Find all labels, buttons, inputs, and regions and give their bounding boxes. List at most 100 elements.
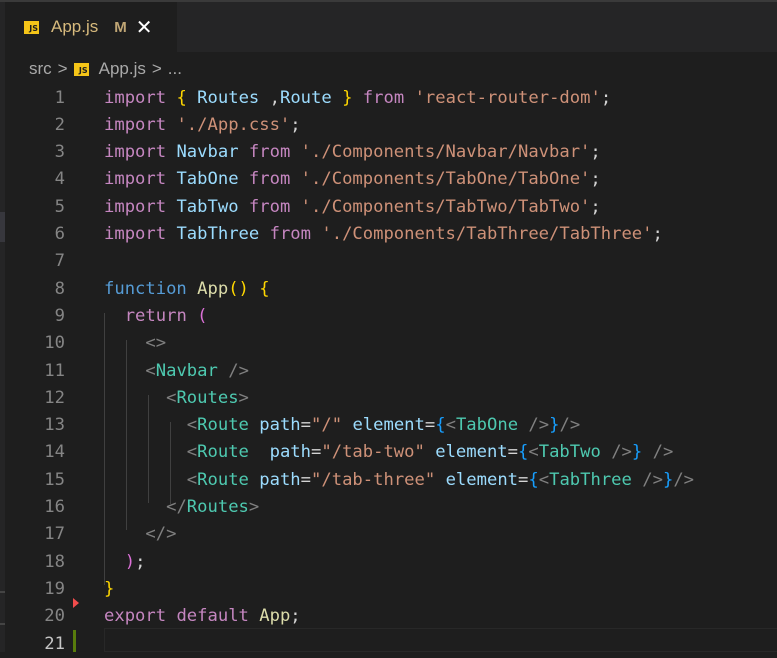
code-token: import <box>104 142 167 163</box>
code-editor[interactable]: 1 import { Routes ,Route } from 'react-ro… <box>0 84 777 654</box>
code-token: App <box>259 606 291 627</box>
code-token: = <box>300 415 312 436</box>
code-token: Navbar <box>155 360 218 381</box>
line-number: 3 <box>54 142 65 163</box>
code-text: <Navbar /> <box>104 358 249 385</box>
code-token: from <box>269 224 312 244</box>
code-token: "/" <box>311 415 343 436</box>
code-token: < <box>538 469 550 490</box>
code-token: App <box>197 278 229 299</box>
code-line[interactable]: 20 export default App; <box>0 603 777 630</box>
code-token: ; <box>600 87 612 108</box>
deleted-line-indicator[interactable] <box>73 598 79 608</box>
code-line[interactable]: 4 import TabOne from './Components/TabOne… <box>0 166 777 193</box>
code-text: export default App; <box>104 603 301 630</box>
js-file-icon: JS <box>73 62 89 76</box>
breadcrumb-file[interactable]: App.js <box>99 59 146 79</box>
code-line[interactable]: 15 <Route path="/tab-three" element={<Ta… <box>0 467 777 494</box>
code-line[interactable]: 7 <box>0 248 777 275</box>
code-line[interactable]: 1 import { Routes ,Route } from 'react-ro… <box>0 85 777 112</box>
code-line[interactable]: 6 import TabThree from './Components/TabT… <box>0 221 777 248</box>
code-token: Route <box>197 415 249 436</box>
code-token: /> <box>228 360 249 381</box>
code-token: TabThree <box>549 469 632 490</box>
line-number: 20 <box>44 606 65 627</box>
code-line[interactable]: 5 import TabTwo from './Components/TabTwo… <box>0 194 777 221</box>
code-line[interactable]: 8 function App() { <box>0 276 777 303</box>
code-line[interactable]: 14 <Route path="/tab-two" element={<TabT… <box>0 439 777 466</box>
code-token: < <box>166 387 177 408</box>
breadcrumb-folder[interactable]: src <box>29 59 52 79</box>
code-line[interactable]: 11 <Navbar /> <box>0 358 777 385</box>
code-token: < <box>186 442 198 463</box>
line-number: 8 <box>54 278 65 299</box>
code-token: './App.css' <box>176 114 291 135</box>
code-token: './Components/TabTwo/TabTwo' <box>300 196 591 217</box>
chevron-right-icon: > <box>151 59 162 78</box>
code-token: from <box>248 169 291 190</box>
code-text: return ( <box>104 303 208 330</box>
code-token: ( <box>197 305 208 326</box>
code-line[interactable]: 16 </Routes> <box>0 494 777 521</box>
code-token: { <box>528 469 539 490</box>
code-text: ); <box>104 549 146 576</box>
code-token: path <box>259 415 301 436</box>
code-token: Routes <box>197 87 260 108</box>
code-token: () <box>228 278 249 299</box>
code-token: /> <box>673 469 695 490</box>
code-line[interactable]: 17 </> <box>0 521 777 548</box>
line-number: 15 <box>44 469 65 490</box>
code-token: /> <box>652 442 674 463</box>
code-token: /> <box>528 415 550 436</box>
code-token: { <box>518 442 529 463</box>
code-line[interactable]: 13 <Route path="/" element={<TabOne />}/… <box>0 412 777 439</box>
code-line[interactable]: 10 <> <box>0 330 777 357</box>
line-number: 16 <box>44 497 65 517</box>
breadcrumb-symbols[interactable]: ... <box>168 59 182 79</box>
tab-app-js[interactable]: JS App.js M ✕ <box>5 2 177 52</box>
code-line[interactable]: 3 import Navbar from './Components/Navbar… <box>0 139 777 166</box>
code-text: import { Routes ,Route } from 'react-rou… <box>104 85 611 112</box>
editor-tab-bar: JS App.js M ✕ <box>0 2 777 52</box>
code-text: <Routes> <box>104 385 249 412</box>
code-line[interactable]: 18 ); <box>0 549 777 576</box>
code-token: Route <box>197 469 249 490</box>
code-token: Navbar <box>176 142 239 163</box>
code-token: ; <box>135 551 146 572</box>
code-text: import TabTwo from './Components/TabTwo/… <box>104 194 601 221</box>
code-token: < <box>528 442 539 463</box>
code-token: from <box>248 196 291 217</box>
line-number: 9 <box>54 305 65 326</box>
code-token: export <box>104 606 167 627</box>
close-icon[interactable]: ✕ <box>136 17 153 37</box>
line-number: 17 <box>44 524 65 545</box>
code-token: Routes <box>186 497 249 517</box>
code-token: from <box>248 142 291 163</box>
code-line[interactable]: 2 import './App.css'; <box>0 112 777 139</box>
code-line[interactable]: 12 <Routes> <box>0 385 777 412</box>
code-token: = <box>311 442 322 463</box>
code-token: default <box>176 606 249 627</box>
code-token: < <box>186 469 198 490</box>
code-token: ) <box>124 551 136 572</box>
code-token: import <box>104 169 167 190</box>
line-number: 21 <box>44 633 65 654</box>
code-token: = <box>518 469 529 490</box>
code-line[interactable]: 9 return ( <box>0 303 777 330</box>
code-line[interactable]: 19} <box>0 576 777 603</box>
